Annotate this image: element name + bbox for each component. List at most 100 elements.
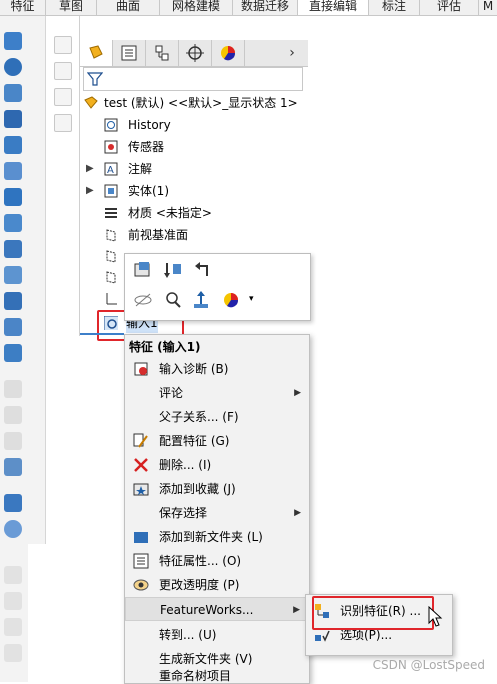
tab-annotation[interactable]: 标注 [369,0,420,15]
cut-icon[interactable] [4,292,22,310]
material-icon [105,208,117,218]
hide-icon[interactable] [133,290,153,310]
delete-face-icon[interactable] [4,188,22,206]
mouse-cursor-icon [428,606,443,627]
push-down-icon[interactable] [4,110,22,128]
disabled-tool-7-icon [4,644,22,662]
offset-surface-icon[interactable] [4,136,22,154]
tab-data-migration[interactable]: 数据迁移 [233,0,298,15]
submenu-arrow-icon: ▶ [293,605,300,615]
box-icon[interactable] [4,458,22,476]
move-face-icon[interactable] [4,32,22,50]
menu-item-go-to[interactable]: 转到... (U) [125,623,309,647]
menu-item-label: 重命名树项目 [159,669,232,683]
disabled-edit-icon [54,36,72,54]
rotate-icon[interactable] [4,58,22,76]
curves-icon[interactable] [4,520,22,538]
menu-item-featureworks[interactable]: FeatureWorks... ▶ [125,597,309,621]
normal-to-icon[interactable] [191,290,211,310]
replace-face-icon[interactable] [4,162,22,180]
filter-icon[interactable] [87,71,103,87]
submenu-arrow-icon: ▶ [294,508,301,518]
tree-item-label: 材质 <未指定> [128,206,212,220]
sensor-icon [104,140,118,154]
menu-item-rename-tree-item[interactable]: 重命名树项目 [125,669,309,683]
feature-filter-box[interactable] [83,67,303,91]
highlight-box-recognize-features [312,596,434,630]
delete-icon [134,458,148,472]
svg-text:A: A [107,165,114,176]
tree-item-label: History [128,118,171,132]
appearance-icon[interactable] [221,290,241,310]
edit-feature-icon[interactable] [133,260,153,280]
menu-item-configure-feature[interactable]: 配置特征 (G) [125,429,309,453]
disabled-sketch-icon [54,62,72,80]
context-menu: 特征 (输入1) 输入诊断 (B) 评论 ▶ 父子关系... (F) 配置特征 … [124,334,310,684]
fillet-icon[interactable] [4,240,22,258]
go-to-parent-icon[interactable] [193,260,213,280]
menu-item-import-diagnostics[interactable]: 输入诊断 (B) [125,357,309,381]
appearance-dropdown-icon[interactable]: ▾ [249,294,254,304]
disabled-tool-2-icon [4,406,22,424]
split-icon[interactable] [4,318,22,336]
expand-arrow-icon[interactable]: ▶ [86,159,94,179]
tab-surfaces[interactable]: 曲面 [97,0,160,15]
menu-item-add-to-new-folder[interactable]: 添加到新文件夹 (L) [125,525,309,549]
menu-item-feature-properties[interactable]: 特征属性... (O) [125,549,309,573]
tab-direct-editing[interactable]: 直接编辑 [298,0,369,15]
favorite-icon [133,483,149,496]
flex-icon[interactable] [4,84,22,102]
menu-item-add-to-favorites[interactable]: 添加到收藏 (J) [125,477,309,501]
menu-item-label: 输入诊断 (B) [159,362,229,376]
configure-feature-icon [133,433,148,448]
menu-item-label: 父子关系... (F) [159,410,239,424]
tab-features[interactable]: 特征 [0,0,46,15]
bend-icon[interactable] [4,266,22,284]
tab-mesh-modeling[interactable]: 网格建模 [160,0,233,15]
push-pull-icon[interactable] [4,214,22,232]
menu-item-label: 添加到新文件夹 (L) [159,530,263,544]
disabled-tool-4-icon [4,566,22,584]
secondary-toolbar-strip [46,16,78,156]
solid-bodies-icon [104,184,118,198]
dimxpert-tab-icon[interactable] [179,40,212,66]
plane-icon [106,250,116,263]
menu-item-label: 生成新文件夹 (V) [159,652,253,666]
menu-item-parent-child[interactable]: 父子关系... (F) [125,405,309,429]
disabled-tool-5-icon [4,592,22,610]
disabled-drawing-icon [54,88,72,106]
command-tab-bar: 特征 草图 曲面 网格建模 数据迁移 直接编辑 标注 评估 M [0,0,497,16]
twist-icon[interactable] [4,344,22,362]
menu-item-create-new-folder[interactable]: 生成新文件夹 (V) [125,647,309,671]
menu-item-label: 配置特征 (G) [159,434,230,448]
menu-item-delete[interactable]: 删除... (I) [125,453,309,477]
zoom-to-selection-icon[interactable] [163,290,183,310]
property-manager-tab-icon[interactable] [113,40,146,66]
rollback-icon[interactable] [163,260,183,280]
expand-arrow-icon[interactable]: ▶ [86,181,94,201]
tab-sketch[interactable]: 草图 [46,0,97,15]
menu-item-label: 评论 [159,386,184,400]
disabled-tool-1-icon [4,380,22,398]
menu-item-save-selection[interactable]: 保存选择 ▶ [125,501,309,525]
feature-tree-tab-icon[interactable] [80,40,113,66]
tree-item-label: 注解 [128,162,153,176]
configuration-manager-tab-icon[interactable] [146,40,179,66]
tab-more[interactable]: M [479,0,497,15]
properties-icon [133,553,149,569]
tree-item-label: 实体(1) [128,184,169,198]
menu-item-change-transparency[interactable]: 更改透明度 (P) [125,573,309,597]
plane-icon [106,271,116,284]
tab-evaluate[interactable]: 评估 [420,0,479,15]
menu-item-comments[interactable]: 评论 ▶ [125,381,309,405]
menu-title-label: 特征 (输入1) [129,340,201,354]
disabled-note-icon [54,114,72,132]
feature-manager-tabs: › [80,40,308,67]
display-manager-tab-icon[interactable] [212,40,245,66]
plane-icon [106,229,116,242]
annotation-icon: A [104,162,118,176]
reference-geometry-icon[interactable] [4,494,22,512]
disabled-tool-6-icon [4,618,22,636]
more-tabs-chevron-icon[interactable]: › [276,40,308,66]
submenu-arrow-icon: ▶ [294,388,301,398]
